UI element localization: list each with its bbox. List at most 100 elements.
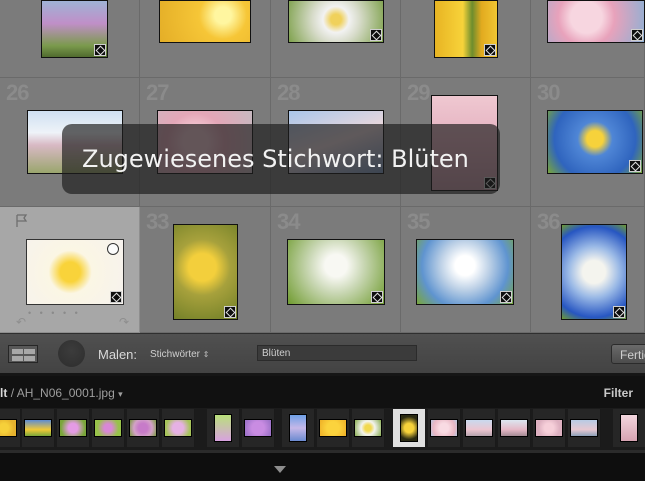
- filmstrip-cell[interactable]: [57, 409, 90, 447]
- dropdown-arrow-icon: ▾: [118, 389, 123, 399]
- filmstrip-cell[interactable]: [352, 409, 385, 447]
- source-path[interactable]: lt / AH_N06_0001.jpg ▾: [0, 386, 123, 400]
- photo-thumbnail[interactable]: [288, 0, 384, 43]
- keyword-badge-icon: [370, 29, 382, 41]
- filmstrip-cell[interactable]: [92, 409, 125, 447]
- filmstrip-thumb[interactable]: [129, 419, 157, 437]
- photo-thumbnail[interactable]: [287, 239, 385, 305]
- filmstrip: [0, 408, 645, 450]
- keyword-badge-icon: [613, 306, 625, 318]
- filmstrip-cell[interactable]: [498, 409, 531, 447]
- filmstrip-thumb[interactable]: [214, 414, 232, 442]
- filmstrip-thumb[interactable]: [430, 419, 458, 437]
- filmstrip-cell[interactable]: [162, 409, 195, 447]
- filmstrip-thumb[interactable]: [500, 419, 528, 437]
- filmstrip-cell-selected[interactable]: [393, 409, 426, 447]
- filmstrip-thumb[interactable]: [465, 419, 493, 437]
- filmstrip-cell[interactable]: [613, 409, 645, 447]
- filmstrip-thumb[interactable]: [244, 419, 272, 437]
- cell-number: 26: [6, 80, 30, 105]
- paint-label: Malen:: [98, 347, 138, 362]
- keyword-badge-icon: [371, 291, 383, 303]
- done-button[interactable]: Fertig: [611, 344, 645, 364]
- paint-target-select[interactable]: Stichwörter ⇕: [150, 349, 210, 360]
- keyword-badge-icon: [94, 44, 106, 56]
- grid-view-button[interactable]: [8, 345, 38, 363]
- grid-cell[interactable]: [140, 0, 271, 78]
- filmstrip-cell[interactable]: [533, 409, 566, 447]
- filmstrip-thumb[interactable]: [354, 419, 382, 437]
- filmstrip-thumb[interactable]: [94, 419, 122, 437]
- cell-number: 30: [537, 80, 561, 105]
- bottom-panel-bar: [0, 450, 645, 481]
- keyword-badge-icon: [110, 291, 122, 303]
- photo-thumbnail[interactable]: [434, 0, 498, 58]
- keyword-badge-icon: [629, 160, 641, 172]
- collapse-panel-icon[interactable]: [274, 466, 286, 473]
- keyword-input[interactable]: [257, 345, 417, 361]
- cell-number: 36: [537, 209, 561, 234]
- filmstrip-thumb[interactable]: [535, 419, 563, 437]
- filmstrip-cell[interactable]: [463, 409, 496, 447]
- rotate-right-icon[interactable]: ↷: [119, 315, 129, 329]
- filmstrip-cell[interactable]: [568, 409, 601, 447]
- filmstrip-thumb[interactable]: [59, 419, 87, 437]
- filmstrip-cell[interactable]: [0, 409, 21, 447]
- cell-number: 33: [146, 209, 170, 234]
- overlay-message: Zugewiesenes Stichwort: Blüten: [82, 145, 469, 173]
- cell-number: 35: [407, 209, 431, 234]
- grid-cell[interactable]: [0, 0, 140, 78]
- keyword-assigned-overlay: Zugewiesenes Stichwort: Blüten: [62, 124, 500, 194]
- filmstrip-cell[interactable]: [282, 409, 315, 447]
- filmstrip-thumb[interactable]: [319, 419, 347, 437]
- filmstrip-cell[interactable]: [127, 409, 160, 447]
- paint-target-value: Stichwörter: [150, 349, 201, 360]
- photo-thumbnail[interactable]: [41, 0, 108, 58]
- photo-thumbnail[interactable]: [547, 0, 645, 43]
- quick-collection-icon[interactable]: [107, 243, 119, 255]
- rotate-left-icon[interactable]: ↶: [16, 315, 26, 329]
- filmstrip-cell[interactable]: [22, 409, 55, 447]
- filmstrip-thumb[interactable]: [400, 414, 418, 442]
- cell-number: 28: [277, 80, 301, 105]
- grid-cell[interactable]: 34: [271, 207, 401, 333]
- photo-thumbnail[interactable]: [26, 239, 124, 305]
- grid-cell-selected[interactable]: • • • • • ↶ ↷: [0, 207, 140, 333]
- filmstrip-header: lt / AH_N06_0001.jpg ▾ Filter: [0, 376, 645, 408]
- photo-thumbnail[interactable]: [416, 239, 514, 305]
- photo-thumbnail[interactable]: [547, 110, 643, 174]
- grid-cell[interactable]: [271, 0, 401, 78]
- grid-cell[interactable]: 36: [531, 207, 645, 333]
- photo-thumbnail[interactable]: [561, 224, 627, 320]
- filmstrip-cell[interactable]: [428, 409, 461, 447]
- rating-dots[interactable]: • • • • •: [28, 308, 81, 318]
- grid-cell[interactable]: 35: [401, 207, 531, 333]
- updown-arrow-icon: ⇕: [202, 350, 210, 359]
- grid-cell[interactable]: 30: [531, 78, 645, 207]
- filmstrip-thumb[interactable]: [289, 414, 307, 442]
- toolbar: Malen: Stichwörter ⇕ Fertig: [0, 333, 645, 373]
- filmstrip-cell[interactable]: [242, 409, 275, 447]
- cell-number: 34: [277, 209, 301, 234]
- filmstrip-thumb[interactable]: [0, 419, 17, 437]
- photo-thumbnail[interactable]: [173, 224, 238, 320]
- grid-cell[interactable]: [531, 0, 645, 78]
- painter-tool-icon[interactable]: [58, 340, 85, 367]
- filmstrip-cell[interactable]: [317, 409, 350, 447]
- filmstrip-cell[interactable]: [207, 409, 240, 447]
- filmstrip-thumb[interactable]: [570, 419, 598, 437]
- photo-thumbnail[interactable]: [159, 0, 251, 43]
- flag-icon[interactable]: [16, 214, 28, 228]
- source-label: lt: [0, 386, 8, 400]
- grid-cell[interactable]: [401, 0, 531, 78]
- filmstrip-thumb[interactable]: [24, 419, 52, 437]
- filter-label[interactable]: Filter: [604, 386, 633, 400]
- keyword-badge-icon: [631, 29, 643, 41]
- filename: / AH_N06_0001.jpg: [10, 386, 115, 400]
- filmstrip-thumb[interactable]: [620, 414, 638, 442]
- filmstrip-thumb[interactable]: [164, 419, 192, 437]
- grid-cell[interactable]: 33: [140, 207, 271, 333]
- keyword-badge-icon: [224, 306, 236, 318]
- cell-number: 27: [146, 80, 170, 105]
- cell-number: 29: [407, 80, 431, 105]
